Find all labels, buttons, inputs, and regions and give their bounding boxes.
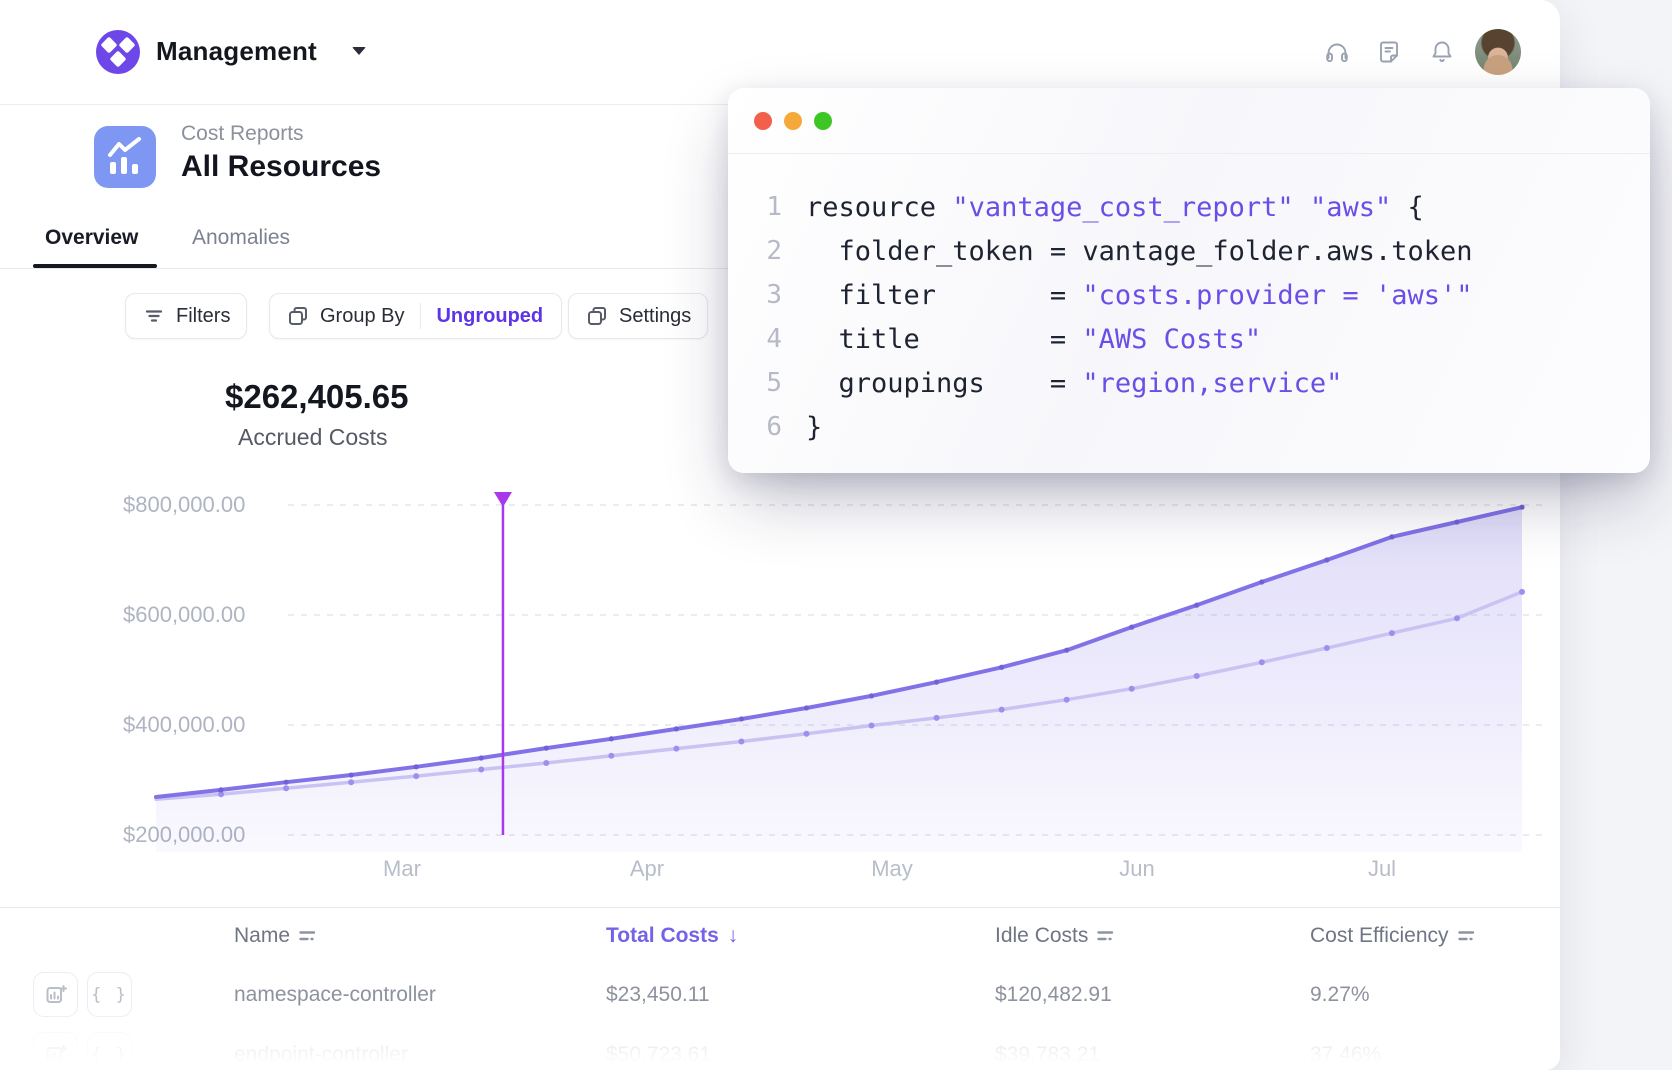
code-string-token: "AWS Costs" [1082,324,1261,355]
code-token: } [806,412,822,443]
idle-costs-value: $120,482.91 [995,983,1112,1007]
code-line: 4 title = "AWS Costs" [748,317,1634,361]
button-divider [420,303,421,329]
zoom-traffic-light[interactable] [814,112,832,130]
code-line: 6} [748,405,1634,449]
headphones-icon[interactable] [1324,39,1350,65]
line-number: 3 [748,280,782,310]
accrued-costs-amount: $262,405.65 [225,378,409,416]
line-number: 1 [748,192,782,222]
sort-icon [299,930,316,942]
code-token: folder_token = vantage_folder.aws.token [806,236,1472,267]
sort-icon [1458,930,1475,942]
filters-label: Filters [176,305,230,328]
code-line: 5 groupings = "region,service" [748,361,1634,405]
code-token: resource [806,192,952,223]
code-string-token: "aws" [1310,192,1391,223]
column-header-idle-costs[interactable]: Idle Costs [995,924,1114,948]
minimize-traffic-light[interactable] [784,112,802,130]
code-token: groupings = [806,368,1082,399]
bottom-fade-overlay [0,1010,1560,1070]
x-tick-label: Jun [1119,856,1154,882]
filter-icon [142,304,166,328]
line-number: 2 [748,236,782,266]
line-number: 5 [748,368,782,398]
tab-anomalies[interactable]: Anomalies [192,226,290,250]
group-layers-icon [286,304,310,328]
code-token: filter = [806,280,1082,311]
code-token: { [1391,192,1424,223]
y-tick-label: $800,000.00 [123,492,245,518]
code-line: 1 resource "vantage_cost_report" "aws" { [748,185,1634,229]
filters-button[interactable]: Filters [125,293,247,339]
accrued-costs-label: Accrued Costs [238,424,388,451]
close-traffic-light[interactable] [754,112,772,130]
x-tick-label: Apr [630,856,664,882]
cost-report-chart-icon [94,126,156,188]
breadcrumb[interactable]: Cost Reports [181,122,304,146]
braces-icon: { } [91,985,128,1005]
cost-efficiency-value: 9.27% [1310,983,1370,1007]
code-line: 3 filter = "costs.provider = 'aws'" [748,273,1634,317]
code-editor-window[interactable]: 1 resource "vantage_cost_report" "aws" {2… [728,88,1650,473]
x-tick-label: Jul [1368,856,1396,882]
code-token [1294,192,1310,223]
code-string-token: "vantage_cost_report" [952,192,1293,223]
column-header-cost-efficiency[interactable]: Cost Efficiency [1310,924,1475,948]
settings-layers-icon [585,304,609,328]
code-line: 2 folder_token = vantage_folder.aws.toke… [748,229,1634,273]
line-number: 4 [748,324,782,354]
line-number: 6 [748,412,782,442]
total-costs-value: $23,450.11 [606,983,710,1007]
settings-button[interactable]: Settings [568,293,708,339]
group-by-button[interactable]: Group By Ungrouped [269,293,562,339]
sort-desc-arrow-icon: ↓ [728,924,739,948]
y-tick-label: $200,000.00 [123,822,245,848]
column-header-name[interactable]: Name [234,924,316,948]
y-tick-label: $400,000.00 [123,712,245,738]
table-divider [0,907,1560,908]
resource-name: namespace-controller [234,983,436,1007]
code-token: title = [806,324,1082,355]
settings-label: Settings [619,305,691,328]
y-tick-label: $600,000.00 [123,602,245,628]
vantage-logo-icon[interactable] [96,30,140,74]
code-string-token: "region,service" [1082,368,1342,399]
code-window-titlebar [728,88,1650,154]
x-tick-label: Mar [383,856,421,882]
notes-icon[interactable] [1376,39,1402,65]
chevron-down-icon[interactable] [352,47,366,55]
column-header-total-costs[interactable]: Total Costs↓ [606,924,738,948]
user-avatar[interactable] [1475,29,1521,75]
code-string-token: "costs.provider = 'aws'" [1082,280,1472,311]
sort-icon [1097,930,1114,942]
group-by-label: Group By [320,305,404,328]
page-title: All Resources [181,150,381,184]
page: Management Cost Reports [0,0,1672,1070]
tab-overview[interactable]: Overview [45,226,138,250]
group-by-value[interactable]: Ungrouped [436,305,543,328]
bell-icon[interactable] [1429,39,1455,65]
x-tick-label: May [871,856,913,882]
terraform-code[interactable]: 1 resource "vantage_cost_report" "aws" {2… [748,185,1634,449]
add-to-chart-icon [44,983,68,1007]
workspace-name[interactable]: Management [156,36,317,67]
